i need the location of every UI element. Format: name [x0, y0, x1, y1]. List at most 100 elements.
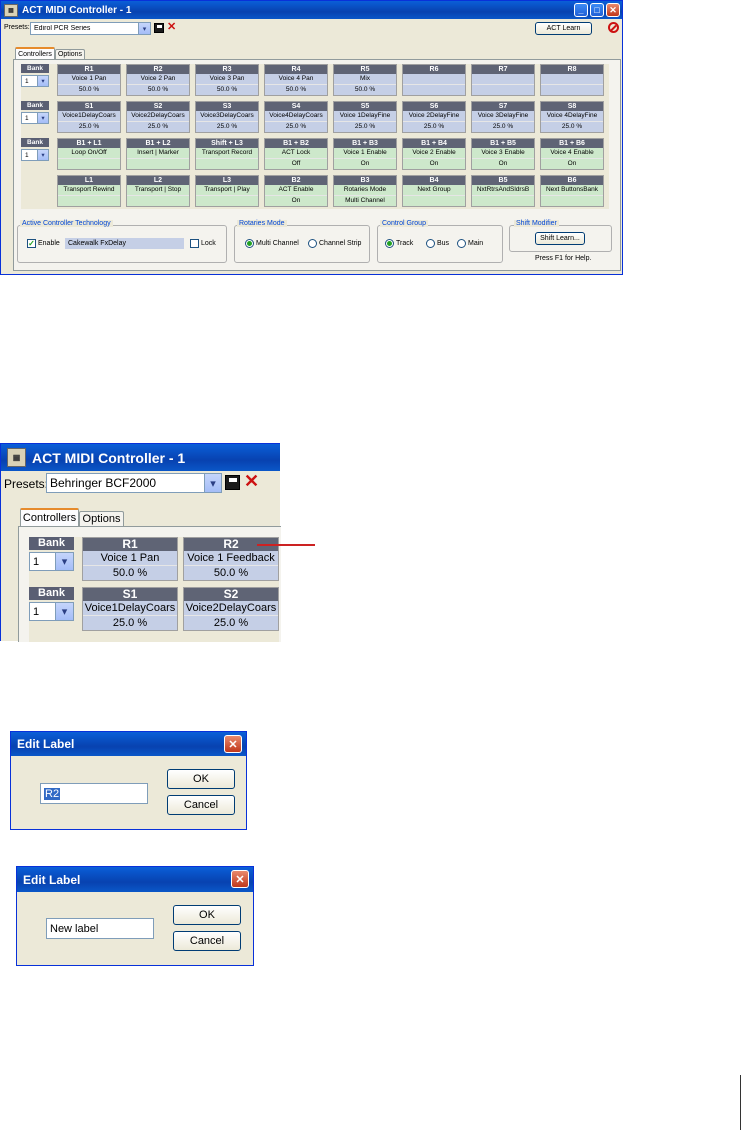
controller-label[interactable]: S5: [334, 102, 396, 111]
no-entry-icon[interactable]: [608, 22, 619, 33]
chevron-down-icon[interactable]: ▾: [55, 603, 73, 620]
controller-label[interactable]: B4: [403, 176, 465, 185]
controller-label[interactable]: R5: [334, 65, 396, 74]
maximize-button[interactable]: □: [590, 3, 604, 17]
enable-checkbox[interactable]: ✓: [27, 239, 36, 248]
act-learn-button[interactable]: ACT Learn: [535, 22, 592, 35]
chevron-down-icon[interactable]: ▾: [138, 23, 150, 34]
controller-label[interactable]: B5: [472, 176, 534, 185]
controller-cell[interactable]: S5 Voice 1DelayFine 25.0 %: [333, 101, 397, 133]
zoom-tab-options[interactable]: Options: [79, 511, 124, 526]
zoom-presets-combo[interactable]: Behringer BCF2000 ▾: [46, 473, 222, 493]
controller-cell[interactable]: L1 Transport Rewind: [57, 175, 121, 207]
controller-cell[interactable]: Shift + L3 Transport Record: [195, 138, 259, 170]
dialog2-close-button[interactable]: ✕: [231, 870, 249, 888]
dialog2-label-input[interactable]: New label: [46, 918, 154, 939]
bank-combo[interactable]: 1 ▾: [21, 75, 49, 87]
controller-cell[interactable]: B4 Next Group: [402, 175, 466, 207]
controller-cell[interactable]: S8 Voice 4DelayFine 25.0 %: [540, 101, 604, 133]
controller-cell[interactable]: B1 + L1 Loop On/Off: [57, 138, 121, 170]
controller-label[interactable]: B6: [541, 176, 603, 185]
track-radio[interactable]: [385, 239, 394, 248]
controller-cell[interactable]: L2 Transport | Stop: [126, 175, 190, 207]
controller-cell[interactable]: S2 Voice2DelayCoars 25.0 %: [183, 587, 279, 631]
controller-cell[interactable]: R7: [471, 64, 535, 96]
controller-label[interactable]: B1 + L1: [58, 139, 120, 148]
controller-label[interactable]: L3: [196, 176, 258, 185]
controller-cell[interactable]: B5 NxtRtrsAndSldrsB: [471, 175, 535, 207]
controller-label[interactable]: L2: [127, 176, 189, 185]
lock-checkbox[interactable]: [190, 239, 199, 248]
controller-label[interactable]: S7: [472, 102, 534, 111]
controller-label[interactable]: R2: [127, 65, 189, 74]
channel-strip-radio[interactable]: [308, 239, 317, 248]
controller-cell[interactable]: S7 Voice 3DelayFine 25.0 %: [471, 101, 535, 133]
controller-cell[interactable]: R3 Voice 3 Pan 50.0 %: [195, 64, 259, 96]
controller-label[interactable]: B1 + B6: [541, 139, 603, 148]
delete-icon[interactable]: ✕: [244, 471, 259, 492]
controller-label[interactable]: R1: [58, 65, 120, 74]
controller-label[interactable]: B1 + B2: [265, 139, 327, 148]
multi-channel-radio[interactable]: [245, 239, 254, 248]
controller-label[interactable]: R8: [541, 65, 603, 74]
controller-cell[interactable]: R5 Mix 50.0 %: [333, 64, 397, 96]
controller-cell[interactable]: B1 + B4 Voice 2 Enable On: [402, 138, 466, 170]
controller-cell[interactable]: S1 Voice1DelayCoars 25.0 %: [82, 587, 178, 631]
chevron-down-icon[interactable]: ▾: [55, 553, 73, 570]
controller-label[interactable]: R4: [265, 65, 327, 74]
dialog2-ok-button[interactable]: OK: [173, 905, 241, 925]
chevron-down-icon[interactable]: ▾: [37, 76, 48, 86]
bank-combo[interactable]: 1 ▾: [29, 552, 74, 571]
controller-label[interactable]: R1: [83, 538, 177, 551]
controller-cell[interactable]: S6 Voice 2DelayFine 25.0 %: [402, 101, 466, 133]
tab-options[interactable]: Options: [55, 49, 85, 59]
controller-cell[interactable]: S2 Voice2DelayCoars 25.0 %: [126, 101, 190, 133]
controller-label[interactable]: S3: [196, 102, 258, 111]
controller-label[interactable]: B3: [334, 176, 396, 185]
controller-cell[interactable]: R8: [540, 64, 604, 96]
bus-radio[interactable]: [426, 239, 435, 248]
bank-combo[interactable]: 1 ▾: [21, 112, 49, 124]
dialog1-label-input[interactable]: R2: [40, 783, 148, 804]
controller-cell[interactable]: R4 Voice 4 Pan 50.0 %: [264, 64, 328, 96]
controller-label[interactable]: S4: [265, 102, 327, 111]
controller-cell[interactable]: S4 Voice4DelayCoars 25.0 %: [264, 101, 328, 133]
controller-cell[interactable]: R1 Voice 1 Pan 50.0 %: [82, 537, 178, 581]
controller-cell[interactable]: B1 + B3 Voice 1 Enable On: [333, 138, 397, 170]
controller-label[interactable]: S1: [58, 102, 120, 111]
controller-label[interactable]: B1 + B4: [403, 139, 465, 148]
controller-cell[interactable]: B1 + B5 Voice 3 Enable On: [471, 138, 535, 170]
controller-label[interactable]: B1 + B5: [472, 139, 534, 148]
controller-cell[interactable]: R1 Voice 1 Pan 50.0 %: [57, 64, 121, 96]
controller-cell[interactable]: L3 Transport | Play: [195, 175, 259, 207]
controller-cell[interactable]: B1 + L2 Insert | Marker: [126, 138, 190, 170]
controller-label[interactable]: S2: [127, 102, 189, 111]
controller-label[interactable]: S2: [184, 588, 278, 601]
controller-label[interactable]: B2: [265, 176, 327, 185]
bank-combo[interactable]: 1 ▾: [29, 602, 74, 621]
chevron-down-icon[interactable]: ▾: [204, 474, 221, 492]
dialog1-close-button[interactable]: ✕: [224, 735, 242, 753]
controller-label[interactable]: R3: [196, 65, 258, 74]
save-icon[interactable]: [225, 475, 240, 490]
controller-cell[interactable]: B6 Next ButtonsBank: [540, 175, 604, 207]
controller-cell[interactable]: S3 Voice3DelayCoars 25.0 %: [195, 101, 259, 133]
controller-cell[interactable]: B3 Rotaries Mode Multi Channel: [333, 175, 397, 207]
controller-cell[interactable]: B1 + B6 Voice 4 Enable On: [540, 138, 604, 170]
presets-combo[interactable]: Edirol PCR Series ▾: [30, 22, 151, 35]
controller-label[interactable]: R6: [403, 65, 465, 74]
controller-cell[interactable]: R6: [402, 64, 466, 96]
dialog1-cancel-button[interactable]: Cancel: [167, 795, 235, 815]
controller-cell[interactable]: S1 Voice1DelayCoars 25.0 %: [57, 101, 121, 133]
controller-cell[interactable]: B1 + B2 ACT Lock Off: [264, 138, 328, 170]
controller-label[interactable]: Shift + L3: [196, 139, 258, 148]
controller-cell[interactable]: R2 Voice 2 Pan 50.0 %: [126, 64, 190, 96]
controller-label[interactable]: R7: [472, 65, 534, 74]
controller-cell[interactable]: B2 ACT Enable On: [264, 175, 328, 207]
shift-learn-button[interactable]: Shift Learn...: [535, 232, 585, 245]
controller-label[interactable]: B1 + L2: [127, 139, 189, 148]
controller-label[interactable]: L1: [58, 176, 120, 185]
dialog1-ok-button[interactable]: OK: [167, 769, 235, 789]
controller-label[interactable]: S1: [83, 588, 177, 601]
save-icon[interactable]: [154, 23, 164, 33]
